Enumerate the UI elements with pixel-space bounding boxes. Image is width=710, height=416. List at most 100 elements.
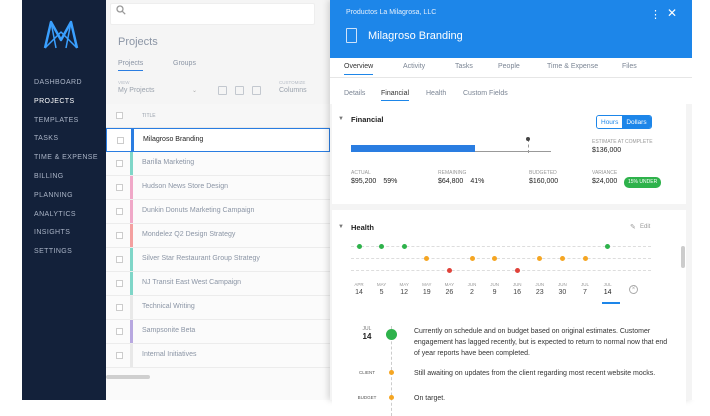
pencil-icon[interactable]: ✎ xyxy=(630,223,636,231)
row-checkbox[interactable] xyxy=(116,160,123,167)
table-row[interactable]: Milagroso Branding xyxy=(106,128,330,152)
health-status-dot[interactable] xyxy=(582,255,588,261)
tab-overview[interactable]: Overview xyxy=(344,63,374,75)
tab-people[interactable]: People xyxy=(498,63,520,70)
row-checkbox[interactable] xyxy=(116,184,123,191)
row-checkbox[interactable] xyxy=(116,280,123,287)
sidebar-item-insights[interactable]: INSIGHTS xyxy=(34,224,98,243)
subtab-custom-fields[interactable]: Custom Fields xyxy=(463,90,508,97)
health-status-dot[interactable] xyxy=(605,243,611,249)
collapse-caret-icon[interactable]: ▼ xyxy=(338,116,344,122)
table-row[interactable]: Hudson News Store Design xyxy=(106,176,330,200)
tab-projects[interactable]: Projects xyxy=(118,60,144,71)
horizontal-scrollbar[interactable] xyxy=(106,375,150,379)
timeline-date[interactable]: JUN 16 xyxy=(508,282,526,297)
timeline-date[interactable]: MAY 26 xyxy=(440,282,458,297)
health-status-dot[interactable] xyxy=(514,267,520,273)
timeline-date[interactable]: MAY 19 xyxy=(418,282,436,297)
sidebar-item-projects[interactable]: PROJECTS xyxy=(34,93,98,112)
tab-activity[interactable]: Activity xyxy=(403,63,425,70)
collapse-caret-icon[interactable]: ▼ xyxy=(338,224,344,230)
table-row[interactable]: Mondelez Q2 Design Strategy xyxy=(106,224,330,248)
sidebar-item-templates[interactable]: TEMPLATES xyxy=(34,112,98,131)
row-checkbox[interactable] xyxy=(116,352,123,359)
project-name[interactable]: Technical Writing xyxy=(142,303,195,310)
tab-groups[interactable]: Groups xyxy=(173,60,196,67)
table-row[interactable]: Technical Writing xyxy=(106,296,330,320)
column-title[interactable]: TITLE xyxy=(142,113,156,119)
timeline-date[interactable]: APR 14 xyxy=(350,282,368,297)
project-name[interactable]: NJ Transit East West Campaign xyxy=(142,279,241,286)
project-name[interactable]: Milagroso Branding xyxy=(143,136,203,143)
row-checkbox[interactable] xyxy=(116,232,123,239)
close-icon[interactable]: × xyxy=(629,285,638,294)
select-all-checkbox[interactable] xyxy=(116,112,123,119)
timeline-date[interactable]: JUN 9 xyxy=(486,282,504,297)
project-name[interactable]: Dunkin Donuts Marketing Campaign xyxy=(142,207,254,214)
tab-time-expense[interactable]: Time & Expense xyxy=(547,63,598,70)
grid-view-icon[interactable] xyxy=(235,86,244,95)
health-status-dot[interactable] xyxy=(446,267,452,273)
board-view-icon[interactable] xyxy=(252,86,261,95)
health-status-dot[interactable] xyxy=(559,255,565,261)
row-checkbox[interactable] xyxy=(116,208,123,215)
subtab-health[interactable]: Health xyxy=(426,90,446,97)
client-name[interactable]: Productos La Milagrosa, LLC xyxy=(346,9,436,16)
project-name[interactable]: Barilla Marketing xyxy=(142,159,194,166)
sidebar-item-billing[interactable]: BILLING xyxy=(34,168,98,187)
sidebar-item-planning[interactable]: PLANNING xyxy=(34,187,98,206)
sidebar-item-time-expense[interactable]: TIME & EXPENSE xyxy=(34,149,98,168)
project-name[interactable]: Hudson News Store Design xyxy=(142,183,228,190)
project-name[interactable]: Sampsonite Beta xyxy=(142,327,195,334)
sidebar-item-analytics[interactable]: ANALYTICS xyxy=(34,206,98,225)
health-status-dot[interactable] xyxy=(469,255,475,261)
sidebar-item-settings[interactable]: SETTINGS xyxy=(34,243,98,262)
row-checkbox[interactable] xyxy=(117,137,124,144)
search-input[interactable] xyxy=(110,3,315,25)
unit-toggle[interactable]: Hours Dollars xyxy=(596,115,652,129)
timeline-date[interactable]: JUL 14 xyxy=(599,282,617,297)
health-status-dot[interactable] xyxy=(537,255,543,261)
table-row[interactable]: NJ Transit East West Campaign xyxy=(106,272,330,296)
tab-files[interactable]: Files xyxy=(622,63,637,70)
health-status-dot[interactable] xyxy=(401,243,407,249)
row-checkbox[interactable] xyxy=(116,304,123,311)
hours-toggle-option[interactable]: Hours xyxy=(597,116,623,128)
sidebar-item-dashboard[interactable]: DASHBOARD xyxy=(34,74,98,93)
columns-select[interactable]: Columns xyxy=(279,87,307,94)
timeline-date[interactable]: JUN 2 xyxy=(463,282,481,297)
project-name[interactable]: Internal Initiatives xyxy=(142,351,196,358)
row-checkbox[interactable] xyxy=(116,328,123,335)
timeline-date[interactable]: MAY 12 xyxy=(395,282,413,297)
table-row[interactable]: Internal Initiatives xyxy=(106,344,330,368)
table-row[interactable]: Sampsonite Beta xyxy=(106,320,330,344)
timeline-date[interactable]: JUN 23 xyxy=(531,282,549,297)
table-row[interactable]: Barilla Marketing xyxy=(106,152,330,176)
more-options-icon[interactable]: ⋮ xyxy=(650,8,661,21)
health-status-dot[interactable] xyxy=(379,243,385,249)
health-status-dot[interactable] xyxy=(424,255,430,261)
close-icon[interactable]: ✕ xyxy=(667,6,677,20)
list-view-icon[interactable] xyxy=(218,86,227,95)
subtab-financial[interactable]: Financial xyxy=(381,90,410,101)
chevron-down-icon[interactable]: ⌄ xyxy=(192,87,197,94)
mavenlink-logo-icon[interactable] xyxy=(42,18,80,52)
health-status-dot[interactable] xyxy=(356,243,362,249)
table-row[interactable]: Dunkin Donuts Marketing Campaign xyxy=(106,200,330,224)
project-name[interactable]: Mondelez Q2 Design Strategy xyxy=(142,231,235,238)
search-icon[interactable] xyxy=(116,5,126,15)
edit-health-button[interactable]: Edit xyxy=(640,224,650,230)
sidebar-item-tasks[interactable]: TASKS xyxy=(34,130,98,149)
timeline-date[interactable]: MAY 5 xyxy=(373,282,391,297)
health-status-dot[interactable] xyxy=(492,255,498,261)
vertical-scrollbar[interactable] xyxy=(681,246,685,268)
timeline-date[interactable]: JUL 7 xyxy=(576,282,594,297)
timeline-date[interactable]: JUN 30 xyxy=(553,282,571,297)
subtab-details[interactable]: Details xyxy=(344,90,365,97)
project-name[interactable]: Silver Star Restaurant Group Strategy xyxy=(142,255,260,262)
tab-tasks[interactable]: Tasks xyxy=(455,63,473,70)
table-row[interactable]: Silver Star Restaurant Group Strategy xyxy=(106,248,330,272)
dollars-toggle-option[interactable]: Dollars xyxy=(622,116,651,128)
view-filter-select[interactable]: My Projects xyxy=(118,87,155,94)
row-checkbox[interactable] xyxy=(116,256,123,263)
